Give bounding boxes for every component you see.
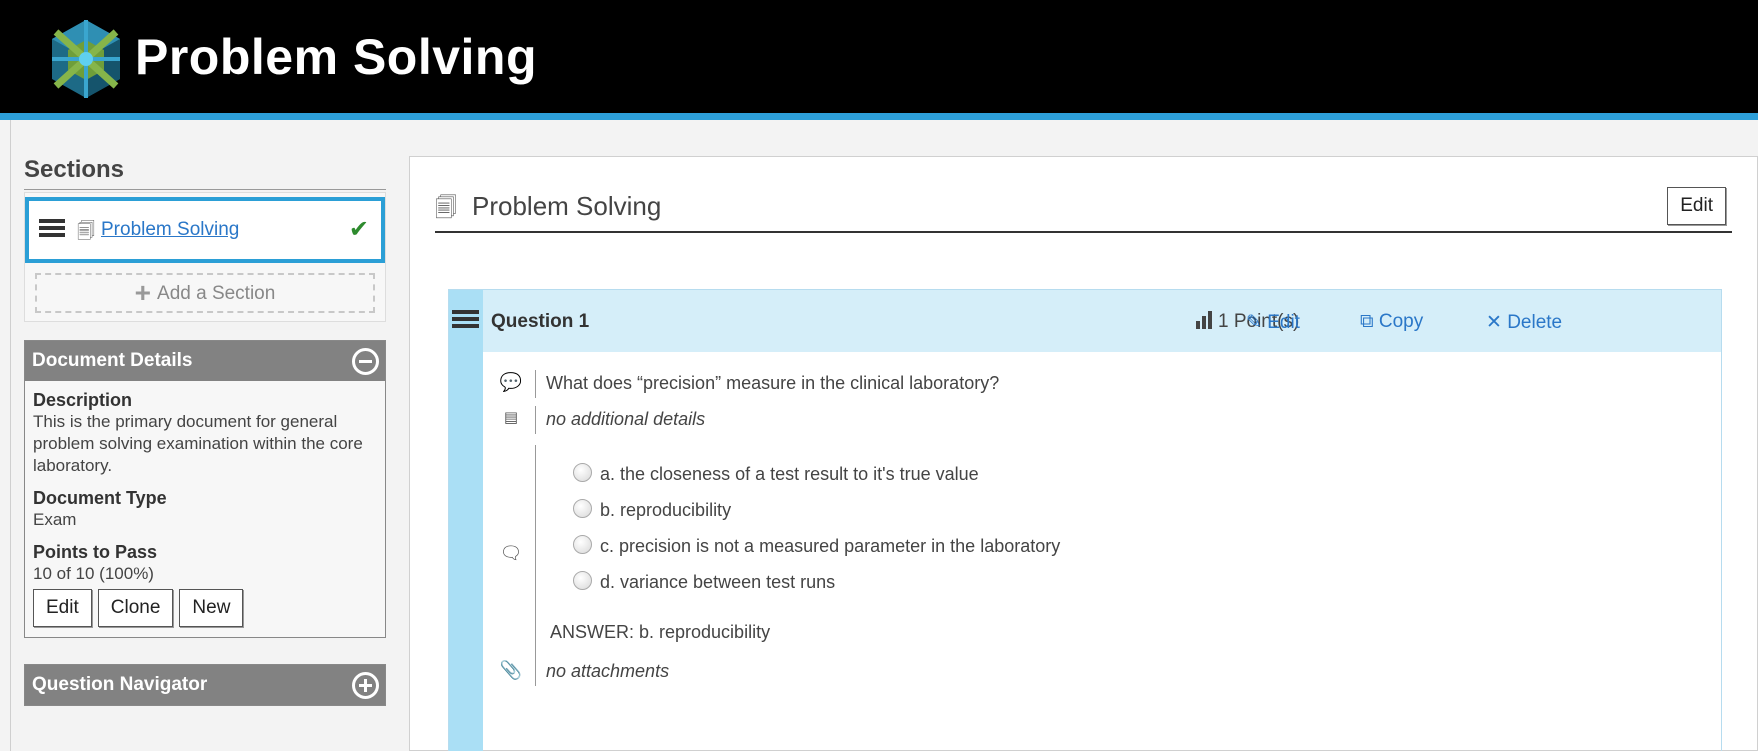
question-details-row: ▤ no additional details [483, 406, 1683, 434]
doc-type-value: Exam [33, 510, 77, 529]
drag-handle-icon[interactable] [452, 310, 479, 331]
close-icon: ✕ [1486, 312, 1502, 333]
clone-document-button[interactable]: Clone [97, 589, 174, 627]
radio-button[interactable] [573, 463, 592, 482]
option-c[interactable]: c. precision is not a measured parameter… [573, 535, 1060, 557]
section-title-row: 🗐 Problem Solving Edit [435, 187, 1732, 233]
sections-list: 🗐 Problem Solving ✔ + Add a Section [24, 192, 386, 322]
attachments-text: no attachments [546, 661, 670, 681]
plus-icon: + [134, 277, 152, 308]
page-border [10, 120, 11, 751]
section-title: Problem Solving [472, 191, 662, 221]
option-label: a. the closeness of a test result to it'… [600, 464, 979, 484]
cube-logo-icon [52, 20, 120, 98]
delete-question-label: Delete [1507, 312, 1563, 333]
divider [535, 406, 536, 434]
comments-icon: 🗨 [499, 543, 523, 563]
option-label: c. precision is not a measured parameter… [600, 536, 1061, 556]
copy-question-label: Copy [1378, 311, 1424, 332]
copy-icon: ⧉ [1360, 311, 1374, 332]
section-link[interactable]: Problem Solving [101, 219, 239, 241]
edit-section-button[interactable]: Edit [1667, 187, 1726, 225]
answer-text: ANSWER: b. reproducibility [550, 622, 771, 642]
divider [535, 370, 536, 398]
document-details-panel: Document Details Description This is the… [24, 340, 386, 638]
document-icon: 🗐 [77, 221, 95, 241]
add-section-button[interactable]: + Add a Section [35, 273, 375, 313]
document-details-header[interactable]: Document Details [25, 341, 385, 381]
divider [535, 658, 536, 686]
sidebar: Sections 🗐 Problem Solving ✔ + Add a Sect… [24, 156, 386, 706]
option-a[interactable]: a. the closeness of a test result to it'… [573, 463, 979, 485]
copy-question-button[interactable]: ⧉ Copy [1360, 311, 1423, 333]
edit-document-button[interactable]: Edit [33, 589, 92, 627]
description-value: This is the primary document for general… [33, 412, 363, 475]
radio-button[interactable] [573, 571, 592, 590]
question-card: Question 1 1 Point(s) ✎ Edit ⧉ Copy ✕ De… [448, 289, 1722, 751]
edit-question-button[interactable]: ✎ Edit [1246, 311, 1300, 334]
bar-chart-icon [1196, 311, 1214, 329]
new-document-button[interactable]: New [179, 589, 244, 627]
option-b[interactable]: b. reproducibility [573, 499, 731, 521]
question-title: Question 1 [491, 311, 590, 332]
attachments-row: 📎 no attachments [483, 658, 1683, 686]
radio-button[interactable] [573, 535, 592, 554]
document-icon: 🗐 [435, 195, 457, 220]
collapse-icon[interactable] [352, 348, 379, 375]
add-section-label: Add a Section [157, 283, 276, 304]
points-label: Points to Pass [33, 542, 158, 562]
document-details-title: Document Details [32, 350, 193, 371]
app-title: Problem Solving [135, 29, 538, 85]
sections-heading: Sections [24, 156, 386, 190]
section-item-problem-solving[interactable]: 🗐 Problem Solving ✔ [25, 197, 385, 263]
main-content: 🗐 Problem Solving Edit Question 1 1 Poin… [409, 156, 1758, 751]
question-prompt-row: 💬 What does “precision” measure in the c… [483, 370, 1683, 398]
option-label: d. variance between test runs [600, 572, 836, 592]
expand-icon[interactable] [352, 672, 379, 699]
doc-type-label: Document Type [33, 488, 167, 508]
radio-button[interactable] [573, 499, 592, 518]
delete-question-button[interactable]: ✕ Delete [1486, 311, 1562, 334]
question-navigator-title: Question Navigator [32, 674, 208, 695]
option-d[interactable]: d. variance between test runs [573, 571, 835, 593]
drag-handle-icon[interactable] [39, 219, 65, 239]
option-label: b. reproducibility [600, 500, 732, 520]
points-value: 10 of 10 (100%) [33, 564, 154, 583]
id-card-icon: ▤ [503, 409, 519, 426]
question-prompt: What does “precision” measure in the cli… [546, 373, 1000, 393]
question-details: no additional details [546, 409, 706, 429]
question-drag-strip[interactable] [449, 290, 483, 751]
speech-bubble-icon: 💬 [499, 372, 523, 392]
paperclip-icon: 📎 [499, 660, 523, 680]
divider [535, 445, 536, 660]
question-navigator-header[interactable]: Question Navigator [25, 665, 385, 705]
edit-question-label: Edit [1267, 312, 1300, 333]
question-navigator-panel: Question Navigator [24, 664, 386, 706]
checkmark-icon: ✔ [348, 216, 369, 243]
app-header: Problem Solving [0, 0, 1758, 120]
description-label: Description [33, 390, 133, 410]
pencil-icon: ✎ [1246, 312, 1262, 333]
question-header: Question 1 1 Point(s) ✎ Edit ⧉ Copy ✕ De… [483, 290, 1721, 352]
